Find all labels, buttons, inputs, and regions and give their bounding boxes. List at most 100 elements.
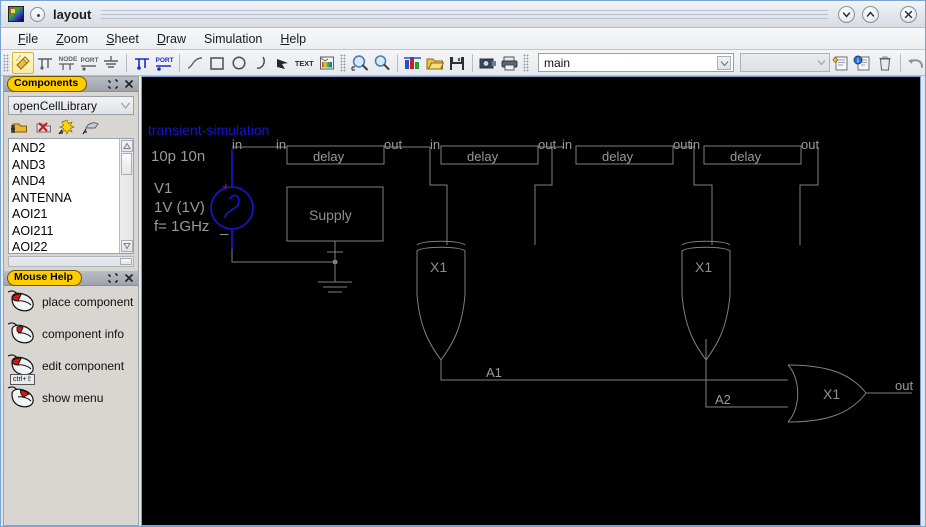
- toolbar-grip[interactable]: [3, 53, 9, 72]
- list-item[interactable]: AOI22: [9, 239, 119, 253]
- menu-file[interactable]: File: [9, 30, 47, 48]
- secondary-selector[interactable]: [740, 53, 830, 72]
- new-sheet-button[interactable]: [830, 52, 852, 74]
- zoom-fit-button[interactable]: [349, 52, 371, 74]
- screenshot-button[interactable]: [477, 52, 499, 74]
- source-sine-symbol: [224, 194, 240, 219]
- insert-port-tool[interactable]: PORT: [78, 52, 100, 74]
- undo-button[interactable]: [905, 52, 925, 74]
- vscroll-thumb[interactable]: [121, 153, 132, 175]
- insert-ground-tool[interactable]: [100, 52, 122, 74]
- sheet-selector[interactable]: main: [538, 53, 734, 72]
- menu-help[interactable]: Help: [271, 30, 315, 48]
- window-menu-icon[interactable]: [30, 6, 45, 22]
- new-schematic-button[interactable]: [402, 52, 424, 74]
- toolbar-grip-2[interactable]: [340, 53, 346, 72]
- secondary-selector-dropdown-icon[interactable]: [814, 55, 828, 69]
- delay-block-3-label: delay: [602, 149, 634, 164]
- menu-file-rest: ile: [25, 31, 39, 46]
- source-ground-wire: [231, 249, 338, 263]
- scroll-down-button[interactable]: [120, 240, 133, 252]
- svg-text:PORT: PORT: [156, 57, 174, 64]
- select-wand-tool[interactable]: [12, 51, 34, 74]
- list-item[interactable]: AND2: [9, 140, 119, 157]
- mousehelp-close-button[interactable]: [123, 272, 135, 284]
- print-button[interactable]: [499, 52, 521, 74]
- draw-arc-tool[interactable]: [250, 52, 272, 74]
- draw-circle-tool[interactable]: [228, 52, 250, 74]
- menu-zoom[interactable]: Zoom: [47, 30, 97, 48]
- insert-wire-tool[interactable]: [34, 52, 56, 74]
- draw-polygon-tool[interactable]: [272, 52, 294, 74]
- list-item[interactable]: ANTENNA: [9, 190, 119, 207]
- library-selector[interactable]: openCellLibrary: [8, 96, 134, 115]
- sheet-selector-dropdown-icon[interactable]: [717, 56, 731, 70]
- components-panel-header: Components: [4, 76, 138, 92]
- source-freq-label: f= 1GHz: [154, 218, 209, 235]
- toolbar-separator-4: [472, 53, 473, 72]
- components-list-vscrollbar[interactable]: [119, 139, 133, 253]
- or-gate-1-label: X1: [823, 386, 840, 402]
- open-file-button[interactable]: [424, 52, 446, 74]
- mouse-right-click-icon: [6, 385, 40, 411]
- net-port-tool[interactable]: PORT: [153, 52, 175, 74]
- schematic-canvas[interactable]: .w { stroke:#808080; stroke-width:1; fil…: [141, 76, 921, 526]
- insert-node-tool[interactable]: NODE: [56, 52, 78, 74]
- components-list[interactable]: AND2 AND3 AND4 ANTENNA AOI21 AOI211 AOI2…: [8, 138, 134, 254]
- window-title: layout: [53, 6, 92, 22]
- draw-line-tool[interactable]: [184, 52, 206, 74]
- save-file-button[interactable]: [446, 52, 468, 74]
- library-open-icon[interactable]: [10, 119, 28, 135]
- application-window: layout File Zoom Sheet Draw Simulation H…: [0, 0, 926, 527]
- draw-rectangle-tool[interactable]: [206, 52, 228, 74]
- or-gate-1[interactable]: X1: [787, 364, 867, 423]
- library-selector-dropdown-icon[interactable]: [120, 100, 131, 114]
- delete-sheet-button[interactable]: [874, 52, 896, 74]
- sheet-info-button[interactable]: i: [852, 52, 874, 74]
- mousehelp-float-button[interactable]: [107, 272, 119, 284]
- list-item[interactable]: AOI21: [9, 206, 119, 223]
- hscroll-thumb[interactable]: [120, 258, 132, 265]
- draw-image-tool[interactable]: [316, 52, 338, 74]
- library-new-icon[interactable]: [58, 119, 76, 135]
- components-close-button[interactable]: [123, 78, 135, 90]
- delay3-out-label: out: [673, 137, 691, 152]
- list-item[interactable]: AOI211: [9, 223, 119, 240]
- wire-xor1-output: [440, 360, 487, 381]
- components-float-button[interactable]: [107, 78, 119, 90]
- components-list-items: AND2 AND3 AND4 ANTENNA AOI21 AOI211 AOI2…: [9, 139, 119, 253]
- shade-down-button[interactable]: [838, 5, 855, 23]
- shade-up-button[interactable]: [862, 5, 879, 23]
- mouse-help-row: show menu: [4, 382, 138, 414]
- modifier-key-badge: ctrl+⇧: [10, 374, 36, 385]
- menu-zoom-rest: oom: [63, 31, 89, 46]
- scroll-up-button[interactable]: [120, 140, 133, 152]
- components-list-hscrollbar[interactable]: [8, 256, 134, 267]
- toolbar-separator-1: [126, 53, 127, 72]
- svg-text:TEXT: TEXT: [295, 59, 314, 68]
- delay3-in-label: in: [562, 137, 572, 152]
- wire-xor2-input-b: [799, 147, 819, 245]
- net-label-a1: A1: [486, 365, 502, 380]
- menu-simulation[interactable]: Simulation: [195, 30, 271, 48]
- library-delete-icon[interactable]: [34, 119, 52, 135]
- menu-help-rest: elp: [289, 31, 307, 46]
- delay1-in-label: in: [276, 137, 286, 152]
- menu-draw[interactable]: Draw: [148, 30, 195, 48]
- list-item[interactable]: AND4: [9, 173, 119, 190]
- xor-gate-1-label: X1: [430, 259, 447, 275]
- list-item[interactable]: AND3: [9, 157, 119, 174]
- draw-text-tool[interactable]: TEXT: [294, 52, 316, 74]
- mouse-help-panel-header: Mouse Help: [4, 270, 138, 286]
- toolbar-grip-3[interactable]: [523, 53, 529, 72]
- canvas-right-scrollbar[interactable]: [921, 76, 925, 526]
- close-button[interactable]: [900, 5, 917, 23]
- library-edit-icon[interactable]: [82, 119, 100, 135]
- title-bar-stripes: [101, 9, 828, 19]
- xor-gate-1[interactable]: X1: [416, 240, 466, 361]
- net-label-in-left: in: [232, 137, 242, 152]
- zoom-in-button[interactable]: [371, 52, 393, 74]
- menu-sheet[interactable]: Sheet: [97, 30, 148, 48]
- delay-block-4-label: delay: [730, 149, 762, 164]
- net-wire-tool[interactable]: [131, 52, 153, 74]
